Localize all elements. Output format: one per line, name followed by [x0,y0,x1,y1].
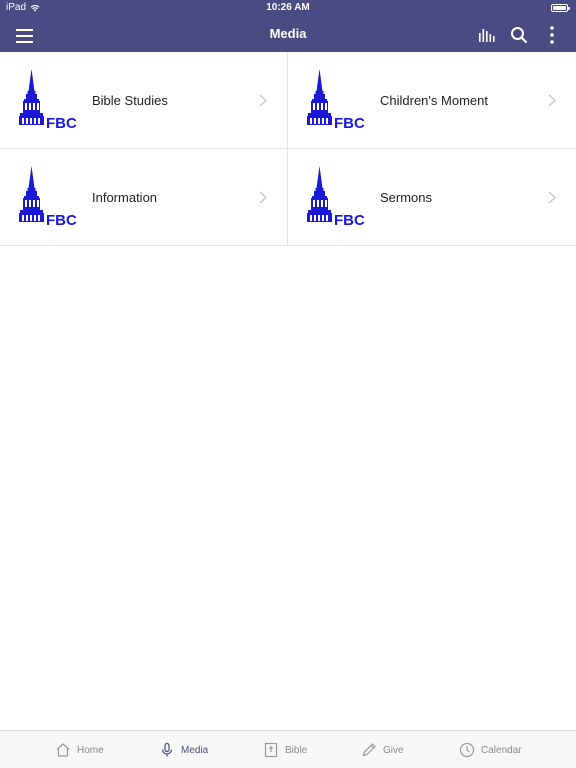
media-item-childrens-moment[interactable]: FBC Children's Moment [288,52,576,149]
tab-label: Media [181,744,209,756]
fbc-logo-icon: FBC [17,69,79,131]
media-item-information[interactable]: FBC Information [0,149,288,246]
chevron-right-icon [548,191,556,204]
fbc-logo-icon: FBC [305,69,367,131]
audio-bars-icon[interactable] [476,24,498,46]
bottom-tab-bar: Home Media Bible Give Calendar [0,730,576,768]
tab-media[interactable]: Media [159,740,208,760]
tab-give[interactable]: Give [361,740,404,760]
microphone-icon [161,742,173,757]
fbc-logo-icon: FBC [305,166,367,228]
search-icon[interactable] [508,24,530,46]
battery-icon [551,4,570,12]
media-item-bible-studies[interactable]: FBC Bible Studies [0,52,288,149]
tab-home[interactable]: Home [55,740,104,760]
status-time: 10:26 AM [266,2,310,13]
tab-calendar[interactable]: Calendar [459,740,522,760]
pencil-icon [362,743,376,757]
fbc-logo-icon: FBC [17,166,79,228]
tab-label: Calendar [481,744,522,756]
tab-label: Bible [285,744,308,756]
bible-icon [264,742,278,758]
media-item-label: Information [92,190,158,205]
svg-text:FBC: FBC [46,115,77,131]
media-item-label: Children's Moment [380,93,488,108]
more-vertical-icon[interactable] [541,24,563,46]
nav-bar: Media [0,16,576,52]
clock-icon [459,742,475,758]
tab-label: Home [77,744,104,756]
svg-text:FBC: FBC [334,212,365,228]
media-item-label: Bible Studies [92,93,168,108]
media-item-label: Sermons [380,190,433,205]
svg-text:FBC: FBC [46,212,77,228]
tab-label: Give [383,744,404,756]
chevron-right-icon [259,191,267,204]
app-header: iPad 10:26 AM Media [0,0,576,52]
status-bar: iPad 10:26 AM [0,0,576,16]
media-item-sermons[interactable]: FBC Sermons [288,149,576,246]
home-icon [56,743,70,757]
svg-text:FBC: FBC [334,115,365,131]
tab-bible[interactable]: Bible [263,740,307,760]
chevron-right-icon [548,94,556,107]
chevron-right-icon [259,94,267,107]
